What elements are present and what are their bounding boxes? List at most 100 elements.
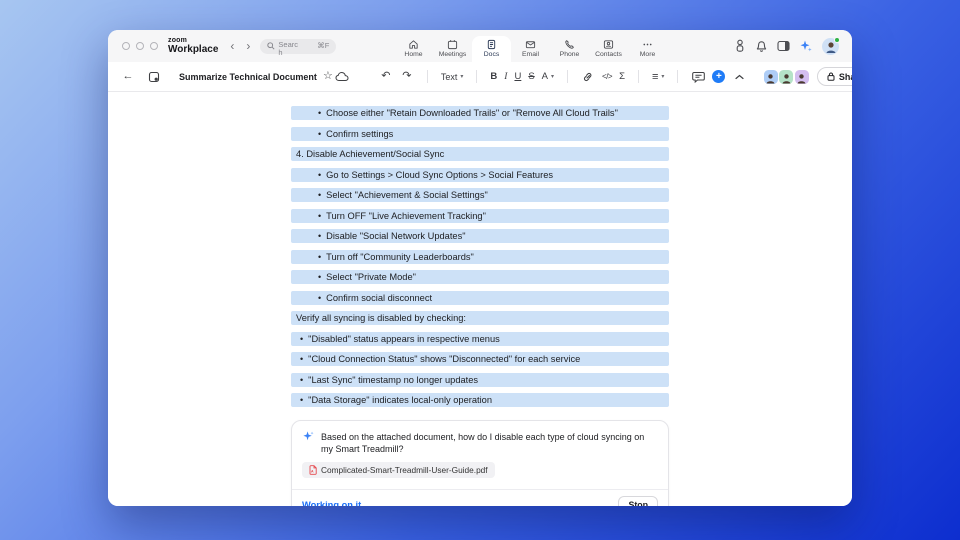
insert-link-icon[interactable] xyxy=(581,68,595,86)
ai-sparkle-icon xyxy=(303,431,314,441)
user-avatar[interactable] xyxy=(822,36,840,55)
search-input[interactable]: Search ⌘F xyxy=(260,38,337,57)
svg-text:A: A xyxy=(311,469,314,473)
tab-email[interactable]: Email xyxy=(511,36,550,62)
bullet-glyph: • xyxy=(318,231,322,241)
tab-contacts[interactable]: Contacts xyxy=(589,36,628,62)
doc-line-text: Confirm settings xyxy=(326,128,394,139)
cloud-saved-icon xyxy=(335,68,349,86)
doc-highlighted-line[interactable]: • Confirm social disconnect xyxy=(291,290,669,305)
tab-more[interactable]: More xyxy=(628,36,667,62)
italic-button[interactable]: I xyxy=(504,72,507,82)
contacts-icon xyxy=(603,40,614,49)
phone-icon xyxy=(565,40,574,49)
docs-home-icon[interactable] xyxy=(147,68,161,86)
doc-highlighted-line[interactable]: • Select "Achievement & Social Settings" xyxy=(291,188,669,202)
nav-forward-icon[interactable]: › xyxy=(246,40,250,52)
doc-line-text: Disable "Social Network Updates" xyxy=(326,231,466,241)
bullet-glyph: • xyxy=(318,272,322,282)
tab-contacts-label: Contacts xyxy=(595,51,622,59)
bold-button[interactable]: B xyxy=(490,71,497,82)
doc-line-text: "Last Sync" timestamp no longer updates xyxy=(308,374,479,385)
tab-phone[interactable]: Phone xyxy=(550,36,589,62)
doc-highlighted-line[interactable]: • Verify all syncing is disabled by chec… xyxy=(291,311,669,325)
tab-email-label: Email xyxy=(522,51,539,59)
text-style-dropdown[interactable]: Text ▾ xyxy=(441,72,464,82)
nav-back-icon[interactable]: ‹ xyxy=(230,40,234,52)
doc-highlighted-line[interactable]: • Disable "Social Network Updates" xyxy=(291,229,669,243)
side-panel-icon[interactable] xyxy=(777,40,790,52)
strikethrough-button[interactable]: S xyxy=(528,71,534,82)
comment-icon[interactable] xyxy=(691,68,705,86)
formatting-tools: ↶ ↷ Text ▾ B I U S A ▾ </> Σ ≡ ▾ + xyxy=(379,68,747,86)
underline-button[interactable]: U xyxy=(514,71,521,82)
more-dots-icon xyxy=(643,43,652,46)
doc-highlighted-line[interactable]: • Select "Private Mode" xyxy=(291,270,669,284)
doc-toolbar: ← Summarize Technical Document ☆ ↶ ↷ Tex… xyxy=(108,62,852,92)
doc-highlighted-line[interactable]: • "Last Sync" timestamp no longer update… xyxy=(291,372,669,387)
search-shortcut: ⌘F xyxy=(317,40,330,50)
doc-lines: • Choose either "Retain Downloaded Trail… xyxy=(291,106,669,407)
divider xyxy=(677,70,679,83)
tab-home-label: Home xyxy=(404,51,423,59)
close-window-button[interactable] xyxy=(122,42,130,50)
list-format-dropdown[interactable]: ≡ ▾ xyxy=(652,71,664,83)
doc-highlighted-line[interactable]: • Turn off "Community Leaderboards" xyxy=(291,249,669,264)
search-icon xyxy=(267,41,275,50)
doc-highlighted-line[interactable]: • Go to Settings > Cloud Sync Options > … xyxy=(291,167,669,182)
share-button[interactable]: Share xyxy=(816,67,852,86)
collapse-toolbar-icon[interactable] xyxy=(732,68,746,86)
doc-highlighted-line[interactable]: • "Data Storage" indicates local-only op… xyxy=(291,393,669,407)
text-style-label: Text xyxy=(440,71,458,82)
doc-line-text: "Cloud Connection Status" shows "Disconn… xyxy=(308,354,581,364)
doc-highlighted-line[interactable]: • 4. Disable Achievement/Social Sync xyxy=(291,147,669,161)
minimize-window-button[interactable] xyxy=(136,42,144,50)
collaborator-person xyxy=(782,73,791,83)
collaborator-avatars xyxy=(762,69,809,84)
share-label: Share xyxy=(838,71,852,82)
tab-meetings[interactable]: Meetings xyxy=(433,36,472,62)
insert-add-button[interactable]: + xyxy=(712,70,726,83)
equation-button[interactable]: Σ xyxy=(619,71,625,82)
collaborator-avatar[interactable] xyxy=(794,69,809,84)
search-placeholder: Search xyxy=(278,39,298,57)
doc-highlighted-line[interactable]: • Confirm settings xyxy=(291,126,669,141)
doc-highlighted-line[interactable]: • Turn OFF "Live Achievement Tracking" xyxy=(291,208,669,223)
ai-companion-icon[interactable] xyxy=(799,39,813,53)
tab-home[interactable]: Home xyxy=(394,36,433,62)
presence-dot xyxy=(834,36,840,43)
doc-line-text: Confirm social disconnect xyxy=(326,292,433,303)
tab-docs[interactable]: Docs xyxy=(472,36,511,62)
stop-button[interactable]: Stop xyxy=(618,496,658,506)
doc-line-text: Verify all syncing is disabled by checki… xyxy=(296,313,467,323)
doc-line-text: Select "Achievement & Social Settings" xyxy=(326,190,488,200)
calendar-icon xyxy=(447,40,458,50)
activity-icon[interactable] xyxy=(734,39,746,53)
code-block-button[interactable]: </> xyxy=(602,72,613,81)
redo-icon[interactable]: ↷ xyxy=(400,68,414,86)
doc-highlighted-line[interactable]: • "Cloud Connection Status" shows "Disco… xyxy=(291,352,669,366)
doc-line-text: "Disabled" status appears in respective … xyxy=(308,333,500,344)
collaborator-avatar[interactable] xyxy=(763,69,778,84)
attachment-chip[interactable]: A Complicated-Smart-Treadmill-User-Guide… xyxy=(302,462,495,478)
notifications-bell-icon[interactable] xyxy=(755,40,768,53)
text-color-label: A xyxy=(541,71,549,82)
divider xyxy=(476,70,478,83)
lock-icon xyxy=(827,72,835,81)
email-icon xyxy=(525,41,536,49)
collaborator-person xyxy=(766,73,775,83)
undo-icon[interactable]: ↶ xyxy=(379,68,393,86)
ai-status-text: Working on it... xyxy=(302,500,369,506)
collaborator-avatar[interactable] xyxy=(779,69,794,84)
doc-highlighted-line[interactable]: • Choose either "Retain Downloaded Trail… xyxy=(291,106,669,120)
text-color-dropdown[interactable]: A ▾ xyxy=(542,71,554,82)
bullet-glyph: • xyxy=(300,374,304,385)
doc-highlighted-line[interactable]: • "Disabled" status appears in respectiv… xyxy=(291,331,669,346)
maximize-window-button[interactable] xyxy=(150,42,158,50)
document-canvas[interactable]: • Choose either "Retain Downloaded Trail… xyxy=(108,92,852,506)
app-tabs: Home Meetings Docs Email Phone Contacts xyxy=(394,36,667,62)
collaborator-person xyxy=(797,73,806,83)
divider xyxy=(426,70,428,83)
back-icon[interactable]: ← xyxy=(121,68,135,86)
favorite-star-icon[interactable]: ☆ xyxy=(321,68,335,86)
